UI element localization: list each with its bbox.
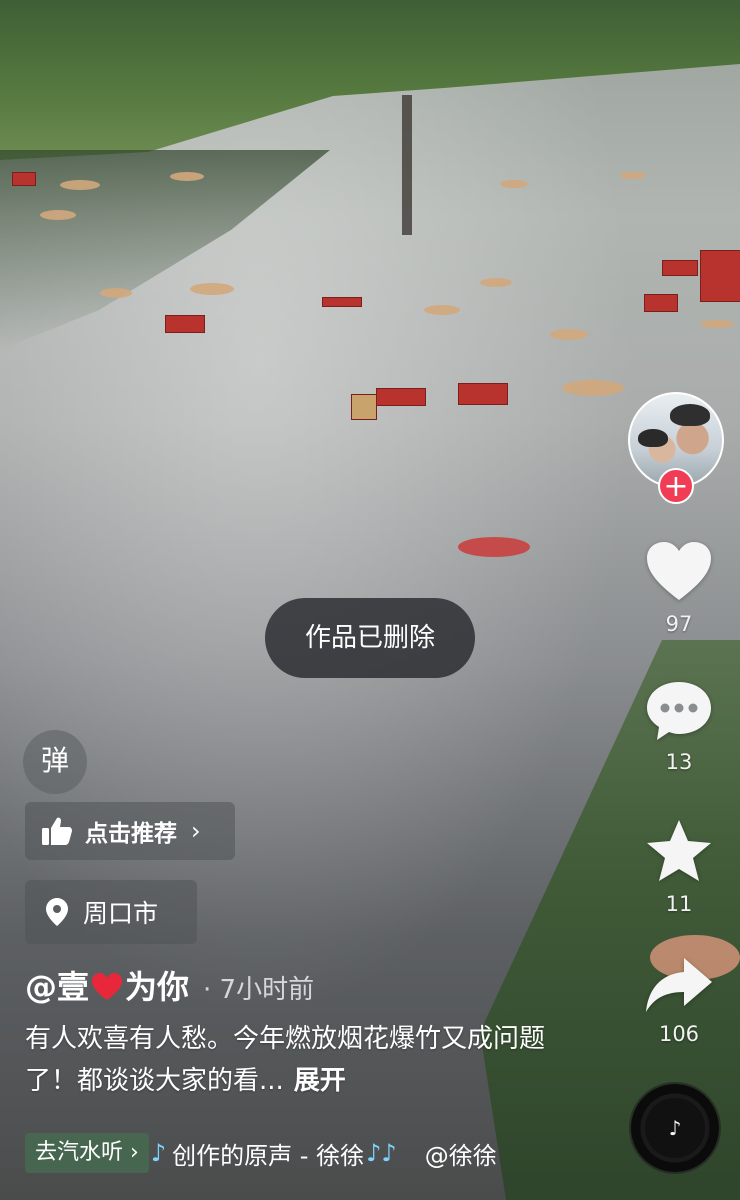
location-tag[interactable]: 周口市 [25, 880, 197, 944]
floating-box [458, 383, 508, 405]
danmu-label: 弹 [40, 744, 69, 777]
floating-debris [562, 380, 624, 396]
qishui-label: 去汽水听 [35, 1140, 124, 1165]
like-button[interactable]: 97 [634, 540, 724, 636]
description-text: 有人欢喜有人愁。今年燃放烟花爆竹又成问题了！都谈谈大家的看... [25, 1024, 546, 1096]
share-button[interactable]: 106 [634, 956, 724, 1046]
author-row: @壹 为你 · 7小时前 [25, 962, 314, 1008]
music-note-icon: ♪ [150, 1139, 167, 1167]
thumbs-up-icon [42, 817, 72, 845]
danmu-toggle-button[interactable]: 弹 [23, 730, 87, 794]
floating-debris [40, 210, 76, 220]
recommend-label: 点击推荐 [85, 821, 177, 847]
comment-bubble-icon [647, 682, 711, 740]
chimney-reflection [402, 95, 412, 235]
heart-icon [647, 542, 711, 600]
recommend-button[interactable]: 点击推荐 › [25, 802, 235, 860]
open-in-qishui-button[interactable]: 去汽水听 › [25, 1133, 149, 1173]
floating-debris [190, 283, 234, 295]
floating-debris [700, 320, 734, 328]
floating-debris [100, 288, 132, 298]
comment-count: 13 [665, 750, 693, 774]
avatar-hair [670, 404, 710, 426]
floating-ring [458, 537, 530, 557]
disc-cover: ♪ [645, 1098, 705, 1158]
floating-debris [620, 172, 646, 179]
red-heart-emoji-icon [92, 973, 123, 1000]
expand-button[interactable]: 展开 [294, 1066, 346, 1096]
like-count: 97 [665, 612, 693, 636]
comment-button[interactable]: 13 [634, 680, 724, 774]
floating-box [165, 315, 205, 333]
music-disc-icon[interactable]: ♪ [631, 1084, 719, 1172]
share-count: 106 [658, 1022, 700, 1046]
follow-button[interactable]: + [658, 468, 694, 504]
floating-box [376, 388, 426, 406]
floating-box [644, 294, 678, 312]
music-row[interactable]: 去汽水听 › ♪ 创作的原声 - 徐徐 ♪♪ @徐徐 [25, 1132, 497, 1174]
floating-debris [424, 305, 460, 315]
music-title: 创作的原声 - 徐徐 [172, 1141, 365, 1170]
floating-debris [60, 180, 100, 190]
floating-debris [500, 180, 528, 188]
creator-avatar[interactable]: + [628, 392, 724, 504]
floating-box [351, 394, 377, 420]
favorite-button[interactable]: 11 [634, 818, 724, 916]
floating-debris [480, 278, 512, 287]
location-label: 周口市 [83, 899, 159, 928]
post-description[interactable]: 有人欢喜有人愁。今年燃放烟花爆竹又成问题了！都谈谈大家的看... 展开 [25, 1018, 585, 1102]
post-time: · 7小时前 [203, 975, 315, 1005]
author-name-prefix: @壹 [25, 968, 90, 1006]
author-name-suffix: 为你 [125, 968, 190, 1006]
avatar-hair [638, 429, 668, 447]
chevron-right-icon: › [130, 1140, 139, 1165]
floating-debris [550, 329, 588, 340]
share-arrow-icon [646, 958, 712, 1012]
floating-box [322, 297, 362, 307]
chevron-right-icon: › [191, 817, 201, 845]
music-at-user: @徐徐 [424, 1141, 497, 1170]
author-name[interactable]: @壹 为你 [25, 962, 189, 1008]
deleted-toast: 作品已删除 [265, 598, 475, 678]
favorite-count: 11 [665, 892, 693, 916]
music-note-icon: ♪♪ [366, 1139, 397, 1167]
location-pin-icon [46, 898, 68, 926]
floating-box [662, 260, 698, 276]
floating-box [12, 172, 36, 186]
star-icon [647, 820, 711, 881]
floating-box [700, 250, 740, 302]
floating-debris [170, 172, 204, 181]
